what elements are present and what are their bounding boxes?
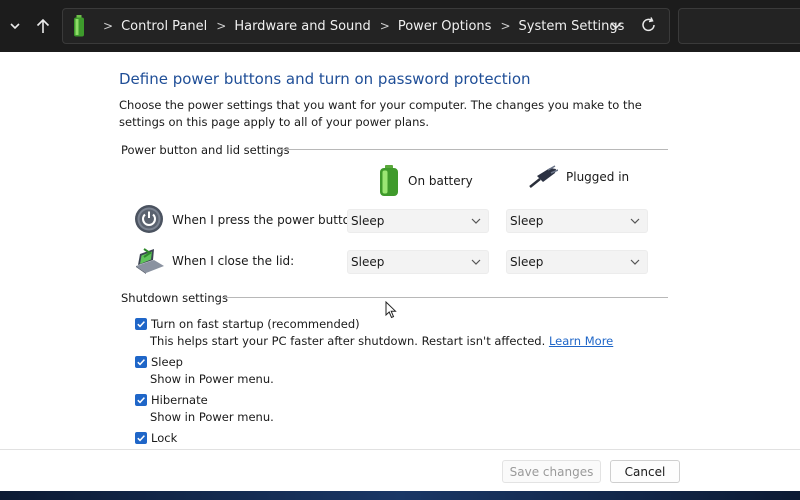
learn-more-link[interactable]: Learn More <box>549 334 613 348</box>
sleep-label: Sleep <box>151 355 183 369</box>
battery-icon <box>73 15 85 41</box>
refresh-button[interactable] <box>641 16 657 38</box>
laptop-lid-icon <box>134 246 166 278</box>
power-section-heading: Power button and lid settings <box>121 143 290 157</box>
lock-checkbox[interactable] <box>135 432 147 444</box>
breadcrumb-control-panel[interactable]: Control Panel <box>121 19 207 34</box>
page-title: Define power buttons and turn on passwor… <box>119 70 531 88</box>
chevron-down-icon <box>610 22 622 30</box>
page-description: Choose the power settings that you want … <box>119 98 642 129</box>
hibernate-description: Show in Power menu. <box>150 410 274 424</box>
section-divider <box>222 297 668 298</box>
action-bar: Save changes Cancel <box>0 449 800 492</box>
address-bar[interactable]: > Control Panel > Hardware and Sound > P… <box>62 8 670 44</box>
address-toolbar: > Control Panel > Hardware and Sound > P… <box>0 0 800 52</box>
select-value: Sleep <box>351 214 385 228</box>
shutdown-section-heading: Shutdown settings <box>121 291 228 305</box>
checkmark-icon <box>137 435 145 442</box>
power-button-plugged-select[interactable]: Sleep <box>506 209 648 233</box>
power-button-battery-select[interactable]: Sleep <box>347 209 489 233</box>
cancel-button[interactable]: Cancel <box>610 460 680 483</box>
select-value: Sleep <box>510 255 544 269</box>
lock-option: Lock <box>135 431 177 445</box>
checkmark-icon <box>137 359 145 366</box>
fast-startup-checkbox[interactable] <box>135 318 147 330</box>
refresh-icon <box>642 17 655 32</box>
chevron-down-icon <box>630 259 640 265</box>
fast-startup-description: This helps start your PC faster after sh… <box>150 334 613 348</box>
column-label-plugged: Plugged in <box>566 170 630 184</box>
section-divider <box>276 149 668 150</box>
column-header-plugged: Plugged in <box>528 165 629 189</box>
hibernate-option: Hibernate <box>135 393 208 407</box>
breadcrumb: > Control Panel > Hardware and Sound > P… <box>103 9 624 43</box>
hibernate-checkbox[interactable] <box>135 394 147 406</box>
chevron-down-icon <box>10 23 20 30</box>
up-button[interactable] <box>30 13 56 39</box>
fast-startup-option: Turn on fast startup (recommended) <box>135 317 360 331</box>
hibernate-label: Hibernate <box>151 393 208 407</box>
select-value: Sleep <box>351 255 385 269</box>
battery-icon <box>380 165 398 196</box>
chevron-down-icon <box>471 218 481 224</box>
chevron-right-icon: > <box>500 19 511 33</box>
column-label-battery: On battery <box>408 174 473 188</box>
breadcrumb-power-options[interactable]: Power Options <box>398 19 492 34</box>
close-lid-plugged-select[interactable]: Sleep <box>506 250 648 274</box>
save-changes-button[interactable]: Save changes <box>502 460 601 483</box>
close-lid-battery-select[interactable]: Sleep <box>347 250 489 274</box>
sleep-description: Show in Power menu. <box>150 372 274 386</box>
mouse-cursor-icon <box>385 300 397 323</box>
breadcrumb-hardware-and-sound[interactable]: Hardware and Sound <box>234 19 370 34</box>
select-value: Sleep <box>510 214 544 228</box>
chevron-down-icon <box>630 218 640 224</box>
chevron-right-icon: > <box>216 19 227 33</box>
column-header-battery: On battery <box>378 165 473 197</box>
power-button-icon <box>134 204 164 238</box>
fast-startup-label: Turn on fast startup (recommended) <box>151 317 360 331</box>
taskbar-strip <box>0 491 800 500</box>
search-input[interactable] <box>678 8 800 44</box>
checkmark-icon <box>137 397 145 404</box>
sleep-checkbox[interactable] <box>135 356 147 368</box>
arrow-up-icon <box>36 18 50 33</box>
chevron-down-icon <box>471 259 481 265</box>
address-dropdown-button[interactable] <box>609 16 623 38</box>
close-lid-label: When I close the lid: <box>172 254 295 268</box>
chevron-right-icon: > <box>379 19 390 33</box>
fast-startup-help-text: This helps start your PC faster after sh… <box>150 334 546 348</box>
checkmark-icon <box>137 321 145 328</box>
power-plug-icon <box>529 165 558 188</box>
lock-label: Lock <box>151 431 178 445</box>
power-button-label: When I press the power button: <box>172 213 362 227</box>
recent-locations-button[interactable] <box>2 13 28 39</box>
chevron-right-icon: > <box>103 19 114 33</box>
sleep-option: Sleep <box>135 355 183 369</box>
